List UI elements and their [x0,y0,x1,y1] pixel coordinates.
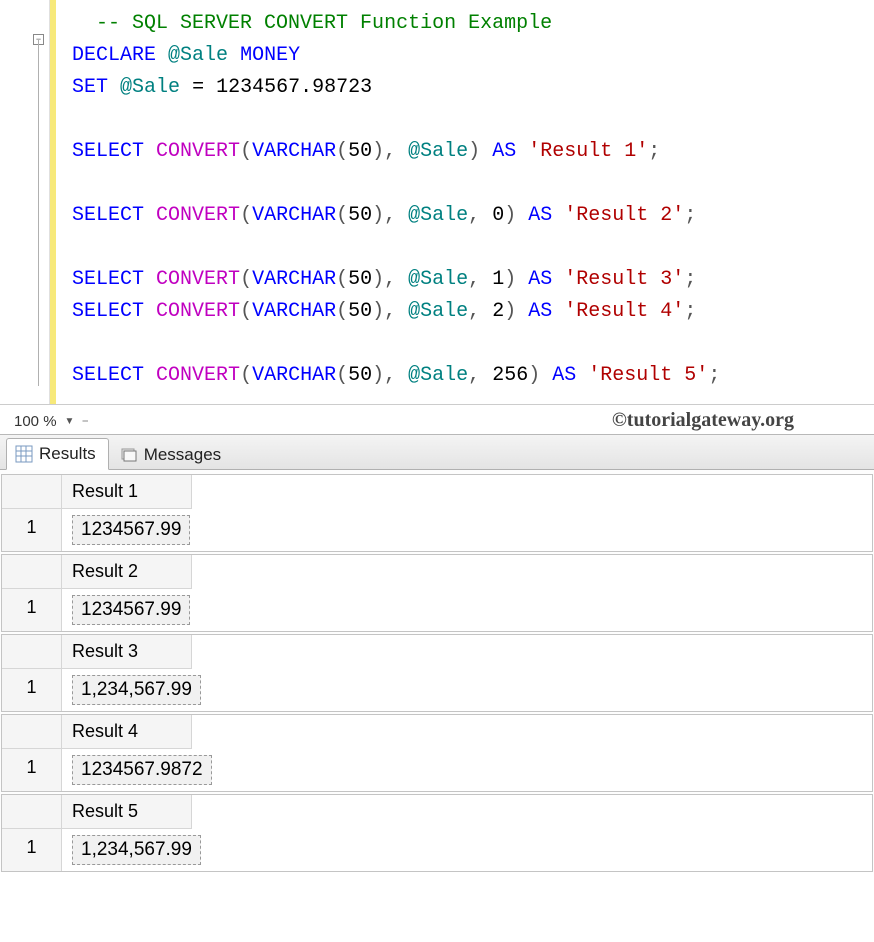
column-header[interactable]: Result 5 [62,795,192,829]
table-row[interactable]: 1 1234567.99 [2,509,872,551]
code-text[interactable]: -- SQL SERVER CONVERT Function Example D… [0,8,874,392]
result-grid[interactable]: Result 4 1 1234567.9872 [1,714,873,792]
grid-corner [2,555,62,589]
grid-corner [2,635,62,669]
table-row[interactable]: 1 1234567.9872 [2,749,872,791]
results-area: Result 1 1 1234567.99 Result 2 1 1234567… [0,470,874,872]
result-cell[interactable]: 1,234,567.99 [62,669,211,711]
row-number[interactable]: 1 [2,749,62,791]
grid-corner [2,475,62,509]
sql-comment: -- SQL SERVER CONVERT Function Example [96,12,552,35]
column-header[interactable]: Result 3 [62,635,192,669]
column-header[interactable]: Result 1 [62,475,192,509]
result-cell[interactable]: 1234567.99 [62,589,200,631]
result-cell[interactable]: 1234567.99 [62,509,200,551]
tab-results[interactable]: Results [6,438,109,470]
sql-editor-pane[interactable]: − -- SQL SERVER CONVERT Function Example… [0,0,874,405]
grid-corner [2,795,62,829]
result-grid[interactable]: Result 1 1 1234567.99 [1,474,873,552]
result-grid[interactable]: Result 2 1 1234567.99 [1,554,873,632]
result-grid[interactable]: Result 5 1 1,234,567.99 [1,794,873,872]
zoom-bar: 100 % ▼ ⎯ ©tutorialgateway.org [0,405,874,434]
tab-results-label: Results [39,444,96,464]
table-row[interactable]: 1 1234567.99 [2,589,872,631]
result-cell[interactable]: 1234567.9872 [62,749,222,791]
table-row[interactable]: 1 1,234,567.99 [2,669,872,711]
zoom-level-select[interactable]: 100 % [10,411,61,432]
row-number[interactable]: 1 [2,669,62,711]
results-tabs: Results Messages [0,434,874,470]
table-row[interactable]: 1 1,234,567.99 [2,829,872,871]
grid-corner [2,715,62,749]
tab-messages-label: Messages [144,445,221,465]
row-number[interactable]: 1 [2,829,62,871]
attribution-text: ©tutorialgateway.org [612,409,794,432]
messages-icon [120,446,138,464]
column-header[interactable]: Result 4 [62,715,192,749]
tab-messages[interactable]: Messages [111,439,234,470]
column-header[interactable]: Result 2 [62,555,192,589]
results-grid-icon [15,445,33,463]
result-cell[interactable]: 1,234,567.99 [62,829,211,871]
row-number[interactable]: 1 [2,509,62,551]
row-number[interactable]: 1 [2,589,62,631]
result-grid[interactable]: Result 3 1 1,234,567.99 [1,634,873,712]
dropdown-caret-icon[interactable]: ▼ [65,416,75,427]
zoom-handle-icon[interactable]: ⎯ [82,415,88,428]
